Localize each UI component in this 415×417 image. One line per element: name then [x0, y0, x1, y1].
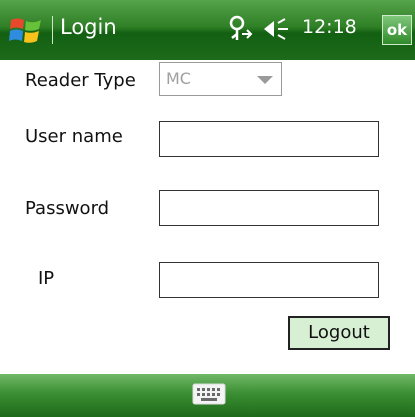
ip-label: IP — [38, 268, 55, 289]
reader-type-label: Reader Type — [25, 70, 136, 91]
windows-start-icon[interactable] — [8, 14, 44, 46]
username-input[interactable] — [159, 121, 379, 157]
password-label: Password — [25, 198, 110, 219]
chevron-down-icon — [257, 76, 273, 84]
reader-type-value: MC — [166, 69, 191, 88]
reader-type-select[interactable]: MC — [159, 62, 282, 96]
connectivity-icon[interactable] — [224, 14, 254, 44]
window-title: Login — [60, 15, 117, 39]
title-separator — [52, 16, 53, 44]
volume-icon[interactable] — [262, 16, 292, 42]
ip-input[interactable] — [159, 262, 379, 298]
bottom-bar — [0, 374, 415, 417]
ok-button[interactable]: ok — [382, 15, 412, 45]
logout-button[interactable]: Logout — [288, 316, 390, 350]
title-bar: Login 12:18 ok — [0, 0, 415, 60]
keyboard-icon[interactable] — [192, 382, 226, 406]
username-label: User name — [25, 126, 123, 147]
password-input[interactable] — [159, 190, 379, 226]
clock[interactable]: 12:18 — [302, 16, 357, 38]
